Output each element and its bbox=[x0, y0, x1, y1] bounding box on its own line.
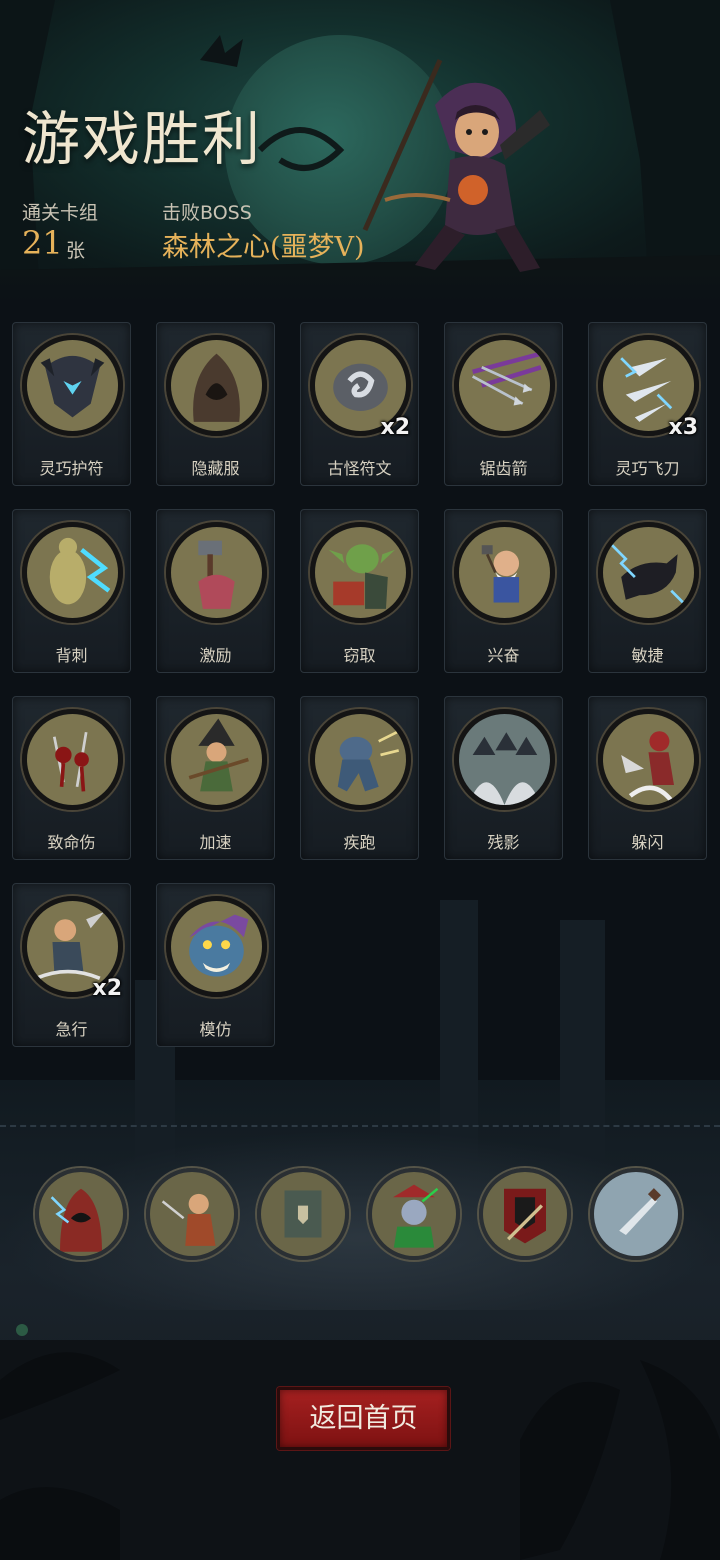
goblin-icon bbox=[310, 522, 411, 623]
card-name: 激励 bbox=[199, 646, 232, 665]
card-name: 兴奋 bbox=[487, 646, 520, 665]
card[interactable]: 急行 x2 bbox=[12, 883, 131, 1047]
card[interactable]: 背刺 bbox=[12, 509, 131, 673]
relic-bar bbox=[35, 1168, 695, 1262]
knife-icon[interactable] bbox=[590, 1168, 682, 1260]
deck-count: 21 bbox=[22, 224, 63, 262]
witch-icon bbox=[166, 709, 267, 810]
hammer-icon bbox=[166, 522, 267, 623]
wound-icon bbox=[22, 709, 123, 810]
section-divider bbox=[0, 1125, 720, 1127]
card[interactable]: 兴奋 bbox=[444, 509, 563, 673]
card[interactable]: 窃取 bbox=[300, 509, 419, 673]
card-count-badge: x2 bbox=[92, 976, 123, 1001]
card-name: 灵巧护符 bbox=[39, 459, 104, 478]
arrows-icon bbox=[454, 335, 555, 436]
card-name: 古怪符文 bbox=[327, 459, 392, 478]
boss-label: 击败BOSS bbox=[162, 202, 252, 224]
card-name: 敏捷 bbox=[631, 646, 664, 665]
card-count-badge: x3 bbox=[668, 415, 699, 440]
card-count-badge: x2 bbox=[380, 415, 411, 440]
card-name: 窃取 bbox=[343, 646, 376, 665]
card-name: 疾跑 bbox=[343, 833, 376, 852]
deck-unit: 张 bbox=[66, 240, 86, 262]
jester-icon[interactable] bbox=[368, 1168, 460, 1260]
panther-icon bbox=[598, 522, 699, 623]
card[interactable]: 躲闪 bbox=[588, 696, 707, 860]
hooded-mage-icon[interactable] bbox=[35, 1168, 127, 1260]
card[interactable]: 古怪符文 x2 bbox=[300, 322, 419, 486]
amulet-icon bbox=[22, 335, 123, 436]
card[interactable]: 敏捷 bbox=[588, 509, 707, 673]
heroine-portrait bbox=[362, 58, 550, 272]
card-name: 锯齿箭 bbox=[479, 459, 528, 478]
deck-grid: 灵巧护符 隐藏服 古怪符文 x2 锯齿箭 灵巧飞刀 x3 背刺 激励 窃取 兴奋… bbox=[12, 322, 712, 1047]
runner-icon bbox=[310, 709, 411, 810]
card[interactable]: 灵巧护符 bbox=[12, 322, 131, 486]
card-name: 躲闪 bbox=[631, 833, 664, 852]
card-name: 灵巧飞刀 bbox=[615, 459, 680, 478]
card[interactable]: 锯齿箭 bbox=[444, 322, 563, 486]
card[interactable]: 加速 bbox=[156, 696, 275, 860]
book-icon[interactable] bbox=[257, 1168, 349, 1260]
card[interactable]: 模仿 bbox=[156, 883, 275, 1047]
mimic-icon bbox=[166, 896, 267, 997]
card[interactable]: 激励 bbox=[156, 509, 275, 673]
page-title: 游戏胜利 bbox=[22, 105, 263, 173]
dwarf-icon bbox=[454, 522, 555, 623]
dodge-icon bbox=[598, 709, 699, 810]
card[interactable]: 隐藏服 bbox=[156, 322, 275, 486]
banner-icon[interactable] bbox=[479, 1168, 571, 1260]
card-name: 隐藏服 bbox=[191, 459, 240, 478]
rogue-icon[interactable] bbox=[146, 1168, 238, 1260]
afterimage-icon bbox=[454, 709, 555, 810]
card-name: 残影 bbox=[487, 833, 520, 852]
card-name: 致命伤 bbox=[47, 833, 96, 852]
boss-name: 森林之心(噩梦V) bbox=[162, 232, 365, 263]
backstab-icon bbox=[22, 522, 123, 623]
card-name: 模仿 bbox=[199, 1020, 232, 1039]
card-name: 背刺 bbox=[55, 646, 88, 665]
card[interactable]: 疾跑 bbox=[300, 696, 419, 860]
hood-icon bbox=[166, 335, 267, 436]
card[interactable]: 致命伤 bbox=[12, 696, 131, 860]
deck-label: 通关卡组 bbox=[22, 202, 99, 224]
card-name: 加速 bbox=[199, 833, 232, 852]
card[interactable]: 残影 bbox=[444, 696, 563, 860]
card-name: 急行 bbox=[55, 1020, 88, 1039]
return-home-button[interactable]: 返回首页 bbox=[277, 1387, 450, 1450]
card[interactable]: 灵巧飞刀 x3 bbox=[588, 322, 707, 486]
